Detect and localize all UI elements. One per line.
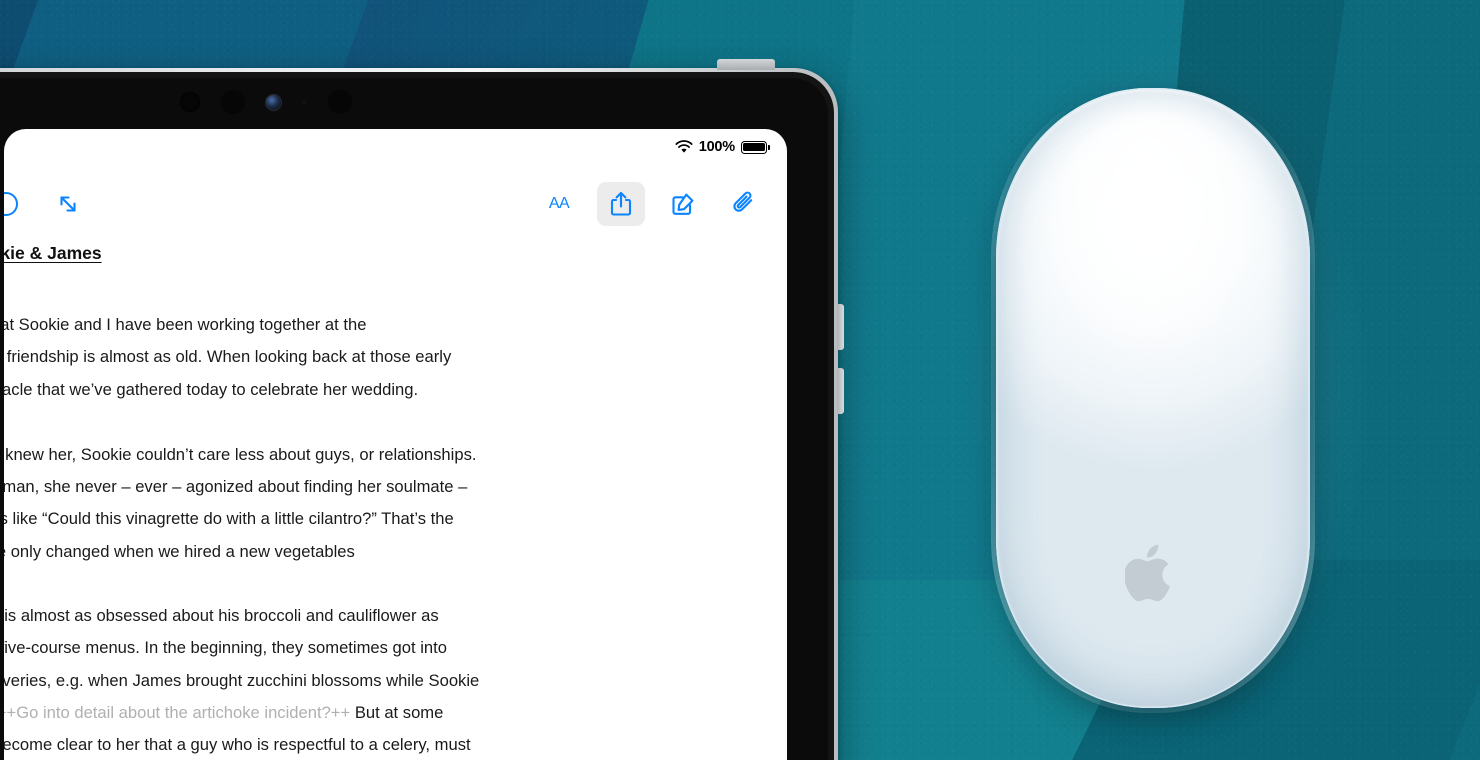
document-body[interactable]: to Sookie & James many years that Sookie…	[4, 243, 787, 760]
paragraph-line: bout questions like “Could this vinagret…	[4, 509, 454, 529]
document-paragraph: many years that Sookie and I have been w…	[4, 309, 765, 406]
battery-icon	[741, 140, 770, 154]
info-circle-glyph	[4, 192, 18, 216]
camera-lens-large	[221, 90, 245, 114]
ipad-screen: 100% AA kie & James at Sookie and I have…	[4, 129, 787, 760]
paragraph-line-continuation: But at some	[350, 702, 444, 722]
text-size-icon[interactable]: AA	[535, 182, 583, 226]
camera-lens-large	[328, 90, 352, 114]
toolbar-right-group: AA	[535, 182, 769, 226]
battery-percentage: 100%	[698, 139, 735, 155]
text-size-glyph: AA	[548, 195, 570, 213]
paragraph-line: dence Inn; our friendship is almost as o…	[4, 347, 452, 367]
compose-glyph	[672, 193, 694, 215]
wifi-icon	[675, 140, 693, 153]
sensor-dot	[302, 99, 307, 105]
volume-down-button[interactable]	[837, 368, 844, 414]
compose-icon[interactable]	[659, 182, 707, 226]
paragraph-line: bout the deliveries, e.g. when James bro…	[4, 670, 480, 690]
ipad-device: 100% AA kie & James at Sookie and I have…	[0, 59, 844, 760]
apple-logo	[1125, 544, 1170, 602]
paragraph-line: ther single woman, she never – ever – ag…	[4, 477, 468, 497]
ipad-bezel: 100% AA kie & James at Sookie and I have…	[0, 72, 834, 760]
document-paragraph: the time that I knew her, Sookie couldn’…	[4, 439, 765, 568]
volume-up-button[interactable]	[837, 304, 844, 350]
document-paragraph: now, James is almost as obsessed about h…	[4, 600, 765, 760]
desk-scene: 100% AA kie & James at Sookie and I have…	[0, 0, 1480, 760]
app-toolbar: AA	[4, 165, 787, 243]
paragraph-line: now, James is almost as obsessed about h…	[4, 606, 439, 626]
mouse-specular-highlight	[1044, 112, 1262, 362]
info-icon[interactable]	[4, 182, 30, 226]
paragraph-line: feels like a miracle that we’ve gathered…	[4, 379, 419, 399]
share-icon[interactable]	[597, 182, 645, 226]
expand-arrows-icon[interactable]	[44, 182, 92, 226]
camera-lens-blue	[266, 94, 281, 110]
toolbar-left-group	[4, 182, 92, 226]
paperclip-glyph	[733, 191, 753, 212]
battery-fill	[743, 142, 765, 152]
magic-mouse[interactable]	[991, 83, 1315, 713]
paragraph-line: s about her five-course menus. In the be…	[4, 638, 447, 658]
camera-array	[180, 90, 352, 114]
power-button[interactable]	[717, 59, 775, 70]
editor-annotation[interactable]: ++Go into detail about the artichoke inc…	[4, 703, 350, 722]
document-title: to Sookie & James	[4, 243, 102, 263]
status-bar: 100%	[4, 129, 787, 165]
expand-arrows-glyph	[60, 196, 76, 212]
paragraph-line: must have become clear to her that a guy…	[4, 735, 471, 755]
paragraph-line: know, and she only changed when we hired…	[4, 541, 355, 561]
paragraph-line: the time that I knew her, Sookie couldn’…	[4, 444, 477, 464]
attachment-icon[interactable]	[721, 182, 769, 226]
share-glyph	[610, 191, 632, 216]
paragraph-line: many years that Sookie and I have been w…	[4, 315, 367, 334]
text-size-label-small: AA	[548, 195, 570, 212]
camera-lens-large	[180, 92, 200, 112]
